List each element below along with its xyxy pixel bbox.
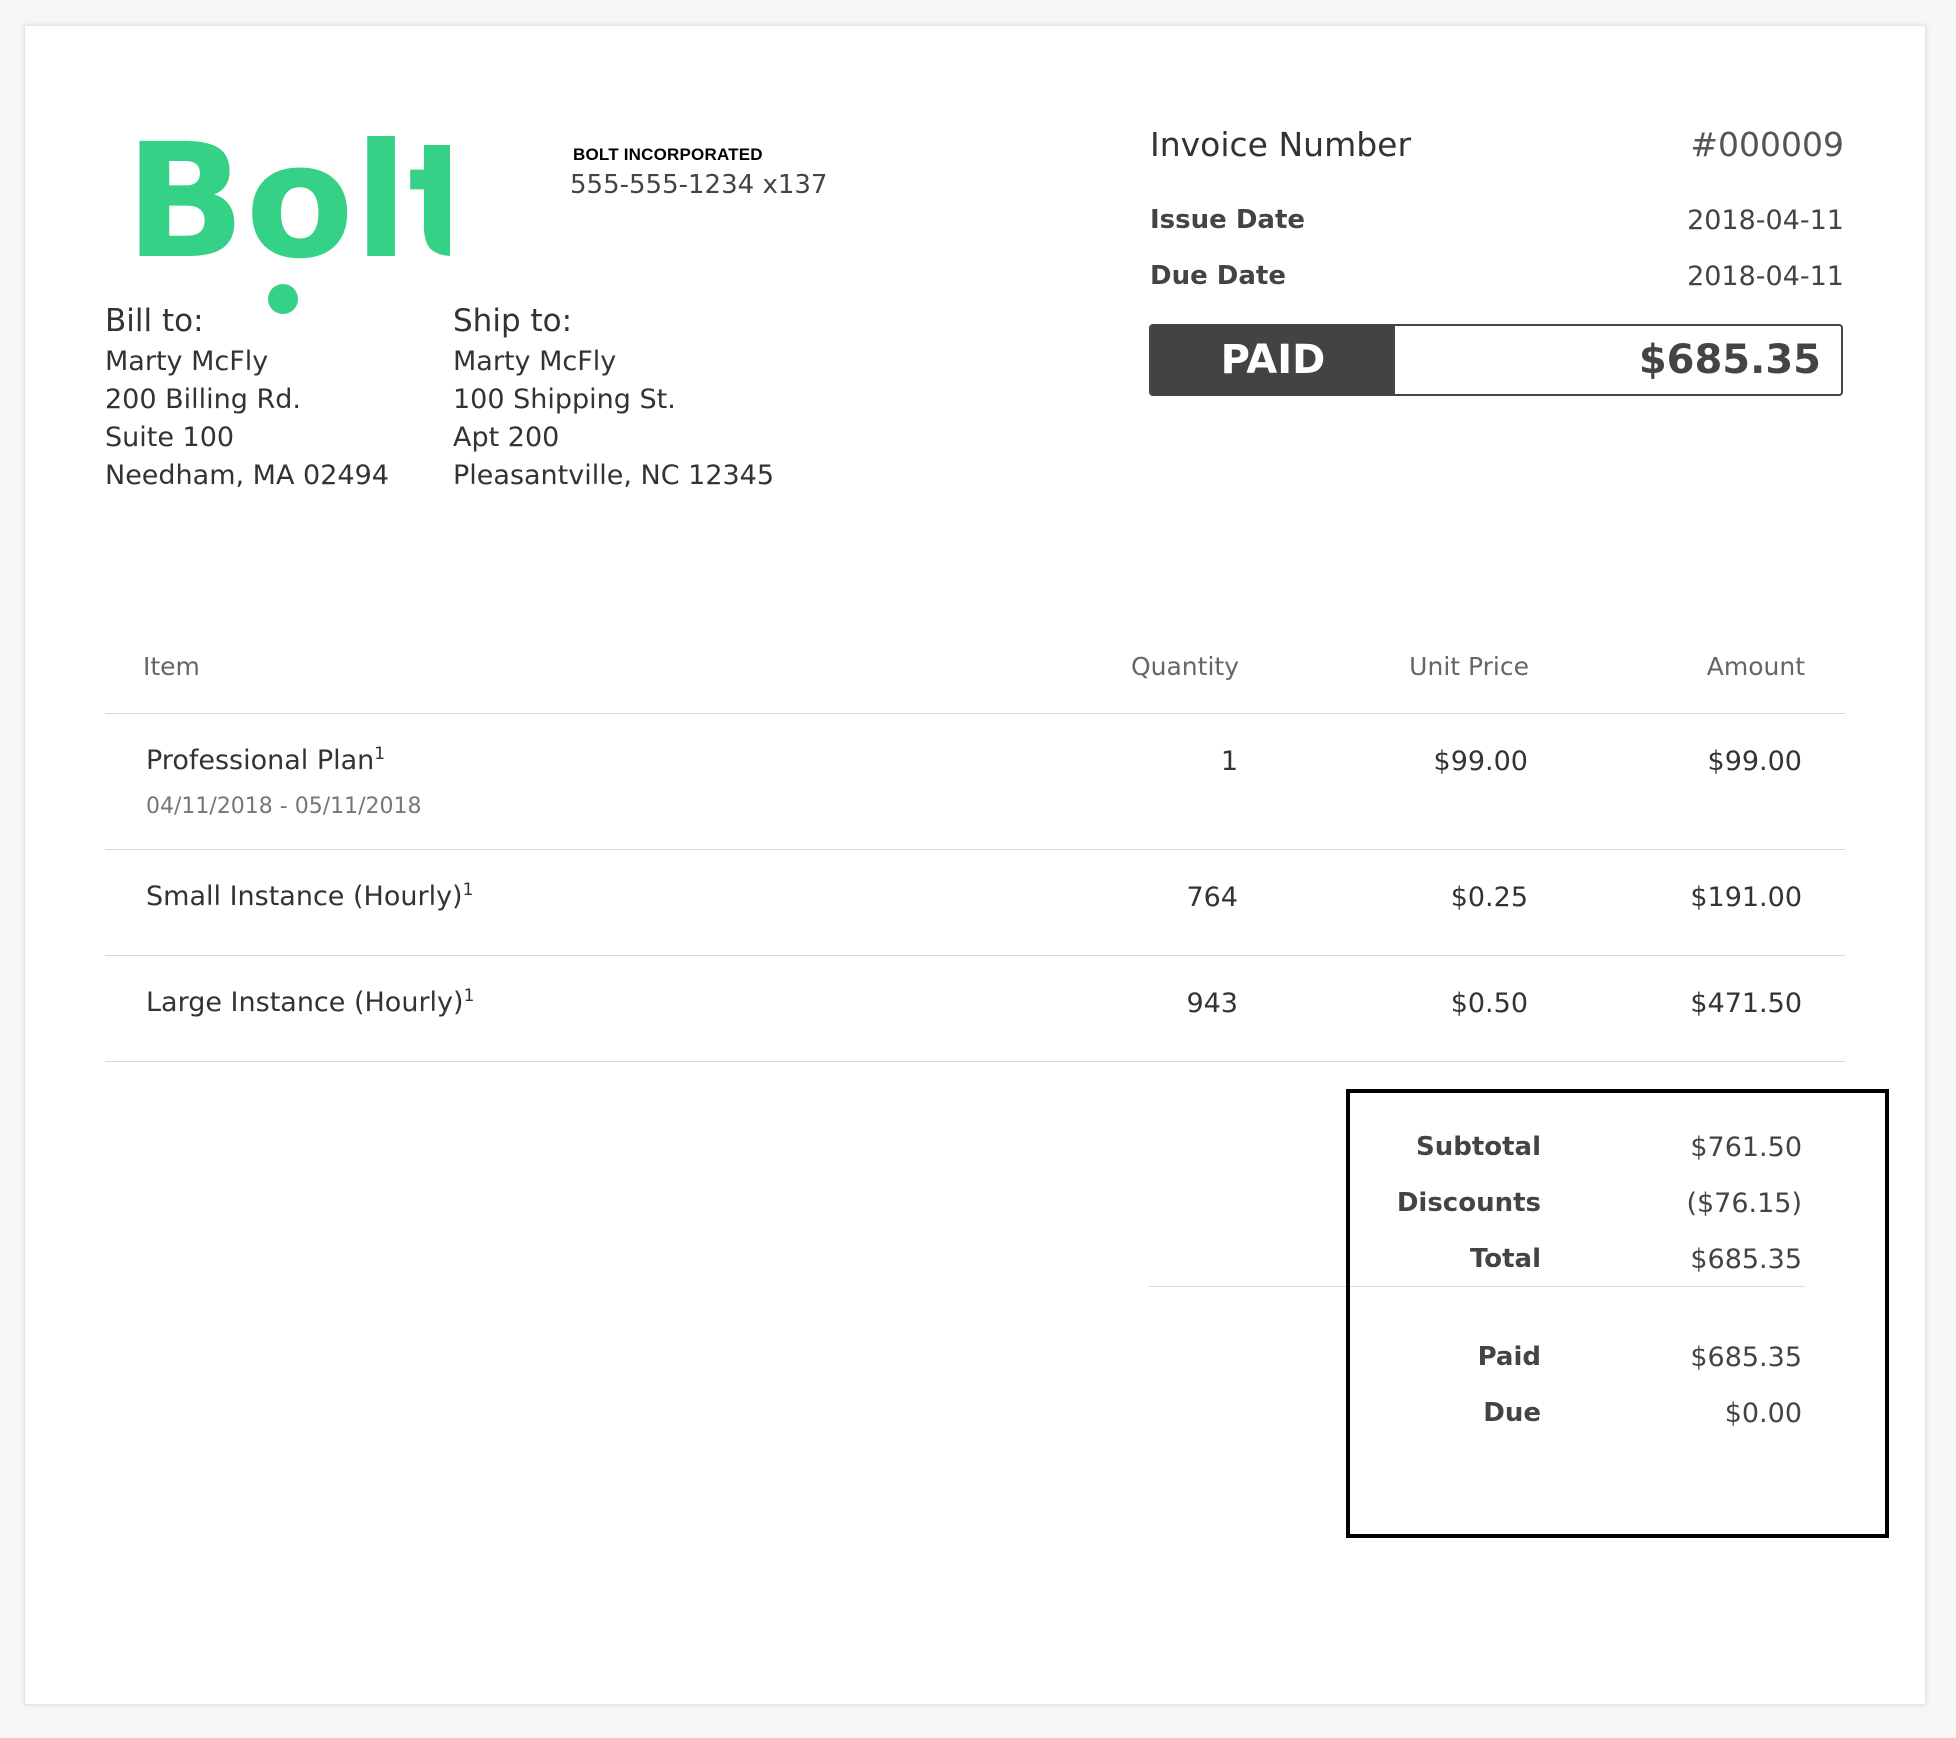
table-row-unit-price: $0.50 <box>1450 988 1528 1019</box>
company-phone: 555-555-1234 x137 <box>570 170 828 200</box>
table-row-quantity: 764 <box>1186 882 1238 913</box>
ship-to-line: Pleasantville, NC 12345 <box>453 460 775 491</box>
table-row-unit-price: $99.00 <box>1433 746 1528 777</box>
table-row-item: Small Instance (Hourly)1 <box>146 880 474 912</box>
column-header-amount: Amount <box>1706 652 1805 681</box>
table-divider <box>105 1061 1845 1062</box>
invoice-amount: $685.35 <box>1638 337 1821 383</box>
table-divider <box>105 955 1845 956</box>
column-header-quantity: Quantity <box>1130 652 1239 681</box>
payment-status-box: PAID $685.35 <box>1149 324 1843 396</box>
status-badge: PAID <box>1151 326 1395 394</box>
table-row-amount: $471.50 <box>1690 988 1802 1019</box>
table-row-item: Professional Plan1 <box>146 744 386 776</box>
bill-to-line: 200 Billing Rd. <box>105 384 301 415</box>
ship-to-line: Marty McFly <box>453 346 617 377</box>
ship-to-line: 100 Shipping St. <box>453 384 676 415</box>
invoice-number: #000009 <box>1690 125 1844 164</box>
bill-to-line: Suite 100 <box>105 422 235 453</box>
column-header-unit-price: Unit Price <box>1409 652 1529 681</box>
company-name: BOLT INCORPORATED <box>573 145 763 164</box>
bill-to-line: Marty McFly <box>105 346 269 377</box>
invoice-number-label: Invoice Number <box>1150 125 1412 164</box>
issue-date-label: Issue Date <box>1150 205 1306 235</box>
bill-to-block: Bill to: Marty McFly 200 Billing Rd. Sui… <box>105 303 389 495</box>
ship-to-line: Apt 200 <box>453 422 560 453</box>
summary-highlight-box <box>1346 1089 1889 1538</box>
ship-to-block: Ship to: Marty McFly 100 Shipping St. Ap… <box>453 303 774 495</box>
bill-to-line: Needham, MA 02494 <box>105 460 389 491</box>
due-date-label: Due Date <box>1150 261 1286 291</box>
table-divider <box>105 713 1845 714</box>
invoice-sheet: Bolt BOLT INCORPORATED 555-555-1234 x137… <box>24 25 1926 1705</box>
table-row-amount: $99.00 <box>1707 746 1802 777</box>
table-row-quantity: 943 <box>1186 988 1238 1019</box>
bolt-logo: Bolt <box>125 110 450 314</box>
column-header-item: Item <box>143 652 200 681</box>
table-row-unit-price: $0.25 <box>1450 882 1528 913</box>
table-row-amount: $191.00 <box>1690 882 1802 913</box>
ship-to-heading: Ship to: <box>453 303 573 339</box>
issue-date: 2018-04-11 <box>1687 205 1844 236</box>
bill-to-heading: Bill to: <box>105 303 204 339</box>
table-row-quantity: 1 <box>1220 746 1238 777</box>
due-date: 2018-04-11 <box>1687 261 1844 292</box>
logo-text: Bolt <box>125 110 450 294</box>
table-row-period: 04/11/2018 - 05/11/2018 <box>146 794 422 819</box>
table-divider <box>105 849 1845 850</box>
table-row-item: Large Instance (Hourly)1 <box>146 986 475 1018</box>
